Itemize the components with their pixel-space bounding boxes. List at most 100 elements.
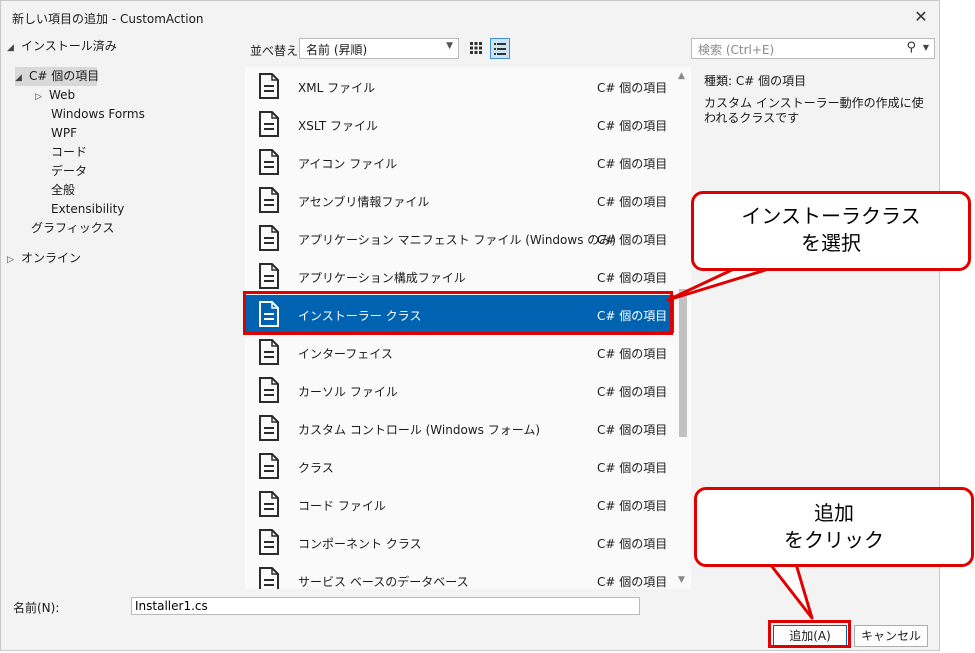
template-row[interactable]: アイコン ファイル C# 個の項目 (245, 143, 674, 181)
sort-value: 名前 (昇順) (306, 43, 368, 57)
service-database-icon (255, 566, 283, 589)
template-name: インストーラー クラス (298, 309, 422, 323)
search-options-chevron-icon[interactable]: ▼ (923, 43, 929, 52)
template-row[interactable]: コード ファイル C# 個の項目 (245, 485, 674, 523)
assembly-info-icon (255, 186, 283, 214)
template-name: カスタム コントロール (Windows フォーム) (298, 423, 541, 437)
template-description: カスタム インストーラー動作の作成に使われるクラスです (704, 96, 924, 125)
template-row[interactable]: カスタム コントロール (Windows フォーム) C# 個の項目 (245, 409, 674, 447)
component-class-icon (255, 528, 283, 556)
template-name: XSLT ファイル (298, 119, 379, 133)
list-view-icon (494, 43, 506, 55)
tree-node-graphics[interactable]: グラフィックス (31, 219, 114, 238)
template-language: C# 個の項目 (597, 461, 668, 475)
template-row[interactable]: インターフェイス C# 個の項目 (245, 333, 674, 371)
class-icon (255, 452, 283, 480)
name-input[interactable] (131, 597, 640, 615)
callout-click-add: 追加 をクリック (694, 487, 974, 567)
template-language: C# 個の項目 (597, 347, 668, 361)
type-label: 種類: (704, 74, 733, 88)
template-row[interactable]: アプリケーション マニフェスト ファイル (Windows のみ) C# 個の項目 (245, 219, 674, 257)
category-tree: ◢ インストール済み ◢ C# 個の項目 ▷ Web Windows Forms WP… (1, 35, 244, 585)
template-row[interactable]: アプリケーション構成ファイル C# 個の項目 (245, 257, 674, 295)
template-language: C# 個の項目 (597, 233, 668, 247)
tree-node-general[interactable]: 全般 (51, 181, 75, 200)
template-row[interactable]: XSLT ファイル C# 個の項目 (245, 105, 674, 143)
grid-view-icon (470, 42, 482, 54)
template-row[interactable]: カーソル ファイル C# 個の項目 (245, 371, 674, 409)
expanded-arrow-icon: ◢ (15, 73, 22, 83)
search-icon[interactable]: ⚲ (906, 40, 916, 55)
template-language: C# 個の項目 (597, 157, 668, 171)
list-view-button[interactable] (490, 38, 510, 59)
template-row[interactable]: クラス C# 個の項目 (245, 447, 674, 485)
callout-line: をクリック (784, 528, 884, 552)
search-box[interactable]: 検索 (Ctrl+E) ⚲ ▼ (691, 38, 935, 59)
tree-node-windows-forms[interactable]: Windows Forms (51, 105, 145, 124)
template-name: アイコン ファイル (298, 157, 398, 171)
template-row[interactable]: アセンブリ情報ファイル C# 個の項目 (245, 181, 674, 219)
add-button[interactable]: 追加(A) (773, 625, 847, 647)
tree-node-extensibility[interactable]: Extensibility (51, 200, 124, 219)
close-button[interactable]: ✕ (906, 3, 936, 31)
template-name: アプリケーション構成ファイル (298, 271, 466, 285)
xslt-file-icon (255, 110, 283, 138)
tree-node-label: Web (49, 88, 76, 102)
template-name: コンポーネント クラス (298, 537, 422, 551)
scroll-up-arrow-icon[interactable]: ▲ (678, 71, 685, 81)
template-language: C# 個の項目 (597, 271, 668, 285)
search-placeholder: 検索 (Ctrl+E) (698, 43, 775, 57)
template-name: サービス ベースのデータベース (298, 575, 469, 589)
template-name: アセンブリ情報ファイル (298, 195, 430, 209)
config-file-icon (255, 262, 283, 290)
grid-view-button[interactable] (466, 38, 486, 59)
tree-node-csharp-items[interactable]: ◢ C# 個の項目 (15, 67, 99, 86)
scroll-down-arrow-icon[interactable]: ▼ (678, 575, 685, 585)
template-language: C# 個の項目 (597, 499, 668, 513)
expanded-arrow-icon: ◢ (7, 43, 14, 53)
tree-node-code[interactable]: コード (51, 143, 87, 162)
tree-node-online[interactable]: ▷ オンライン (7, 249, 81, 268)
template-language: C# 個の項目 (597, 575, 668, 589)
tree-node-label: インストール済み (21, 39, 117, 53)
callout-select-installer: インストーラクラス を選択 (691, 191, 971, 271)
tree-node-web[interactable]: ▷ Web (35, 86, 75, 105)
tree-node-label: オンライン (21, 251, 82, 265)
template-row[interactable]: サービス ベースのデータベース C# 個の項目 (245, 561, 674, 589)
template-name: アプリケーション マニフェスト ファイル (Windows のみ) (298, 233, 616, 247)
name-label: 名前(N): (13, 601, 60, 615)
callout-line: インストーラクラス (741, 204, 921, 228)
template-language: C# 個の項目 (597, 423, 668, 437)
tree-node-wpf[interactable]: WPF (51, 124, 77, 143)
template-language: C# 個の項目 (597, 81, 668, 95)
tree-node-installed[interactable]: ◢ インストール済み (7, 37, 117, 56)
template-list: XML ファイル C# 個の項目 XSLT ファイル C# 個の項目 アイコン ファイル… (245, 67, 691, 589)
installer-class-icon (255, 300, 283, 328)
code-file-icon (255, 490, 283, 518)
cursor-file-icon (255, 376, 283, 404)
template-name: カーソル ファイル (298, 385, 398, 399)
cancel-button[interactable]: キャンセル (854, 625, 928, 647)
template-row[interactable]: コンポーネント クラス C# 個の項目 (245, 523, 674, 561)
template-language: C# 個の項目 (597, 537, 668, 551)
template-name: コード ファイル (298, 499, 386, 513)
template-language: C# 個の項目 (597, 385, 668, 399)
template-language: C# 個の項目 (597, 309, 668, 323)
manifest-file-icon (255, 224, 283, 252)
template-row[interactable]: インストーラー クラス C# 個の項目 (245, 295, 674, 333)
callout-line: を選択 (801, 231, 861, 255)
sort-dropdown[interactable]: 名前 (昇順) ▼ (299, 38, 459, 59)
interface-icon (255, 338, 283, 366)
template-name: XML ファイル (298, 81, 376, 95)
title-bar: 新しい項目の追加 - CustomAction ✕ (1, 1, 939, 33)
template-language: C# 個の項目 (597, 195, 668, 209)
window-title: 新しい項目の追加 - CustomAction (12, 12, 204, 26)
tree-node-data[interactable]: データ (51, 162, 87, 181)
collapsed-arrow-icon: ▷ (7, 255, 14, 265)
template-name: クラス (298, 461, 334, 475)
list-scrollbar[interactable]: ▲ ▼ (675, 67, 691, 589)
icon-file-icon (255, 148, 283, 176)
template-language: C# 個の項目 (597, 119, 668, 133)
scrollbar-thumb[interactable] (679, 289, 687, 437)
template-row[interactable]: XML ファイル C# 個の項目 (245, 67, 674, 105)
